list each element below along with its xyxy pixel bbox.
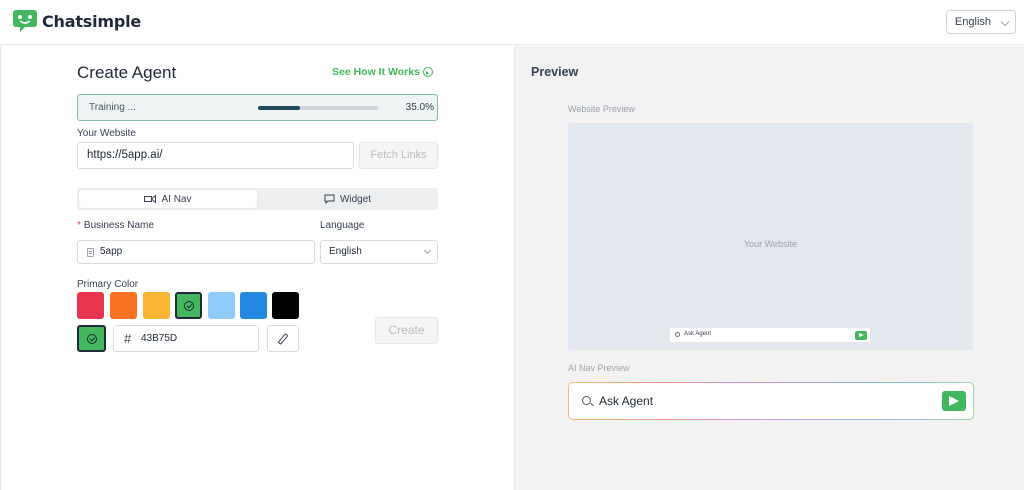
business-name-value: 5app	[100, 246, 123, 257]
website-preview-label: Website Preview	[568, 104, 635, 114]
language-selector[interactable]: English	[945, 10, 1016, 34]
language-label: Language	[320, 220, 365, 231]
ai-nav-icon	[144, 194, 157, 204]
business-name-input[interactable]: 5app	[77, 240, 315, 264]
see-how-it-works-link[interactable]: See How It Works	[332, 66, 433, 78]
hex-color-value: 43B75D	[141, 333, 178, 344]
business-name-label: * Business Name	[77, 220, 154, 231]
color-swatch-light-blue[interactable]	[208, 292, 235, 319]
language-selector-label: English	[954, 16, 991, 28]
training-progress: Training ... 35.0%	[77, 94, 438, 121]
tab-widget[interactable]: Widget	[259, 190, 436, 208]
business-name-label-text: Business Name	[83, 220, 154, 231]
top-bar: Chatsimple English	[0, 0, 1024, 45]
mini-ask-agent-text: Ask Agent	[684, 331, 712, 337]
current-color-preview[interactable]	[77, 325, 106, 352]
primary-color-label: Primary Color	[77, 279, 139, 290]
color-swatch-blue[interactable]	[240, 292, 267, 319]
chat-logo-icon	[13, 10, 37, 32]
hash-symbol: #	[124, 331, 132, 346]
progress-track	[258, 106, 378, 110]
color-swatch-orange[interactable]	[110, 292, 137, 319]
preview-title: Preview	[531, 65, 579, 79]
search-icon	[582, 396, 591, 405]
color-swatch-red[interactable]	[77, 292, 104, 319]
app-name: Chatsimple	[42, 11, 142, 31]
website-preview: Your Website Ask Agent	[568, 123, 973, 350]
required-mark: *	[77, 220, 81, 231]
chat-bubble-icon	[324, 194, 335, 204]
color-swatch-green[interactable]	[175, 292, 202, 319]
hex-color-input[interactable]: # 43B75D	[113, 325, 259, 352]
language-dropdown[interactable]: English	[320, 240, 438, 264]
tab-ai-nav-label: AI Nav	[161, 193, 192, 205]
mode-tabs: AI Nav Widget	[77, 188, 438, 210]
mini-ai-nav-bar: Ask Agent	[669, 327, 871, 343]
check-circle-icon	[183, 300, 194, 311]
play-circle-icon	[422, 67, 433, 77]
tab-ai-nav[interactable]: AI Nav	[79, 190, 257, 208]
pen-icon	[277, 333, 289, 345]
fetch-links-button[interactable]: Fetch Links	[359, 142, 438, 169]
color-swatch-black[interactable]	[272, 292, 299, 319]
logo[interactable]: Chatsimple	[12, 9, 141, 33]
language-dropdown-value: English	[329, 246, 362, 257]
send-button[interactable]	[942, 391, 966, 411]
color-swatch-yellow[interactable]	[143, 292, 170, 319]
chevron-down-icon	[423, 246, 432, 255]
check-circle-icon	[86, 333, 97, 344]
color-picker-button[interactable]	[267, 325, 299, 352]
website-label: Your Website	[77, 128, 136, 139]
ai-nav-preview-label: AI Nav Preview	[568, 363, 630, 373]
training-label: Training ...	[89, 102, 136, 113]
tab-widget-label: Widget	[339, 193, 372, 205]
create-agent-panel: Create Agent See How It Works Training .…	[0, 46, 514, 490]
see-how-it-works-label: See How It Works	[332, 66, 420, 78]
create-button[interactable]: Create	[375, 317, 438, 344]
website-placeholder: Your Website	[743, 239, 798, 249]
page-title: Create Agent	[77, 63, 177, 82]
chevron-down-icon	[1000, 17, 1010, 27]
preview-panel: Preview Website Preview Your Website Ask…	[514, 46, 1024, 490]
ai-nav-preview-bar[interactable]: Ask Agent	[568, 382, 974, 420]
training-percent: 35.0%	[405, 102, 434, 113]
search-icon	[675, 332, 680, 337]
website-url-input[interactable]: https://5app.ai/	[77, 142, 354, 169]
building-icon	[87, 248, 94, 257]
ask-agent-input[interactable]: Ask Agent	[599, 394, 653, 408]
progress-fill	[258, 106, 300, 110]
send-icon	[855, 331, 867, 340]
